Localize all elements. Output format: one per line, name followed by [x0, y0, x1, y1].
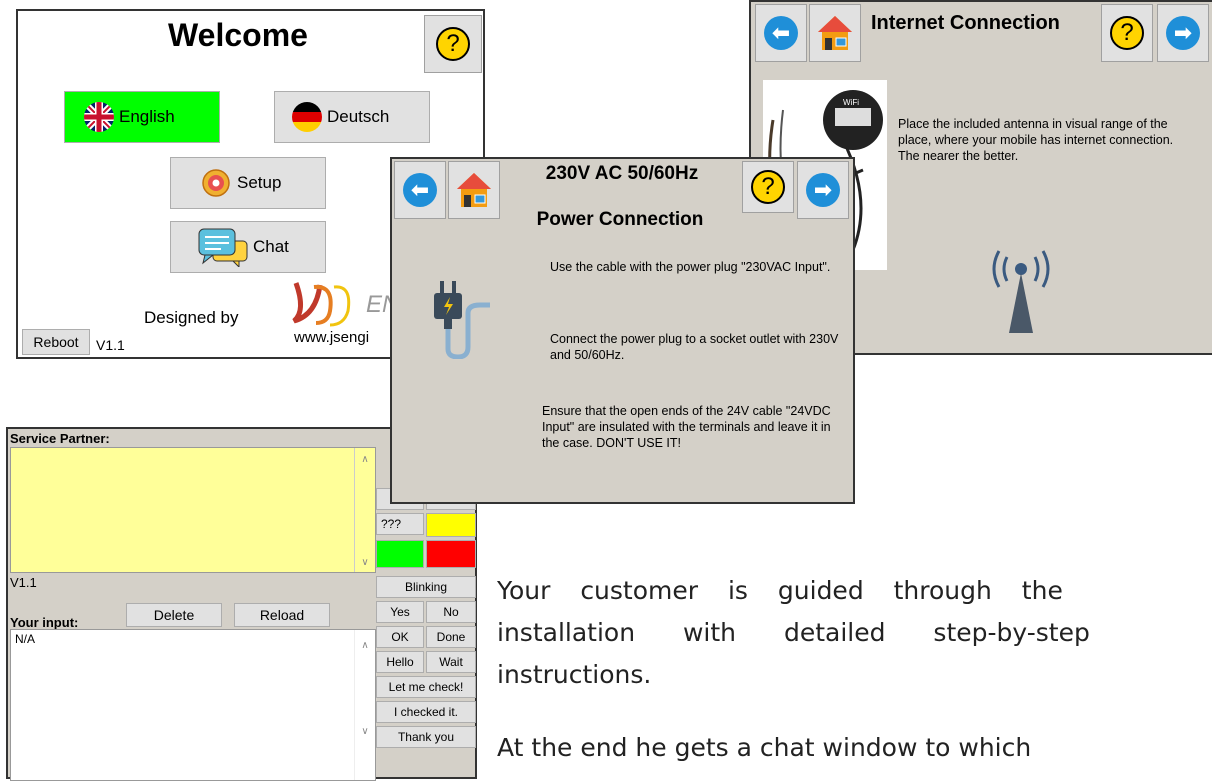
chat-input-value: N/A	[15, 632, 36, 646]
home-icon	[818, 16, 852, 50]
setup-label: Setup	[237, 173, 282, 192]
scroll-up-icon[interactable]: ∧	[355, 640, 375, 651]
let-me-check-button[interactable]: Let me check!	[376, 676, 476, 698]
your-input-label: Your input:	[10, 615, 79, 630]
power-text-3: Ensure that the open ends of the 24V cab…	[542, 404, 831, 450]
setup-button[interactable]: Setup	[170, 157, 326, 209]
english-button[interactable]: English	[64, 91, 220, 143]
uk-flag-icon	[84, 102, 114, 132]
done-button[interactable]: Done	[426, 626, 476, 648]
scroll-up-icon[interactable]: ∧	[355, 454, 375, 465]
chat-label: Chat	[253, 237, 289, 256]
power-title-voltage: 230V AC 50/60Hz	[545, 163, 699, 184]
home-icon	[457, 173, 491, 207]
power-text-1: Use the cable with the power plug "230VA…	[550, 260, 831, 274]
description-text-2: installation with detailed step-by-step	[497, 618, 1090, 647]
company-logo: ENG	[286, 281, 396, 327]
thank-you-button[interactable]: Thank you	[376, 726, 476, 748]
forward-button[interactable]: ➡	[1157, 4, 1209, 62]
service-message-area: ∧ ∨	[10, 447, 376, 573]
scroll-down-icon[interactable]: ∨	[355, 726, 375, 737]
internet-title: Internet Connection	[871, 12, 1060, 34]
version-text: V1.1	[96, 337, 125, 353]
reload-button[interactable]: Reload	[234, 603, 330, 627]
chat-icon	[198, 228, 248, 267]
blinking-button[interactable]: Blinking	[376, 576, 476, 598]
power-help-button[interactable]: ?	[742, 161, 794, 213]
yes-button[interactable]: Yes	[376, 601, 424, 623]
home-button[interactable]	[448, 161, 500, 219]
hello-button[interactable]: Hello	[376, 651, 424, 673]
power-plug-icon	[434, 281, 490, 359]
delete-button[interactable]: Delete	[126, 603, 222, 627]
help-icon: ?	[436, 27, 470, 61]
forward-button[interactable]: ➡	[797, 161, 849, 219]
arrow-right-icon: ➡	[806, 173, 840, 207]
i-checked-it-button[interactable]: I checked it.	[376, 701, 476, 723]
antenna-icon	[992, 250, 1050, 333]
arrow-left-icon: ⬅	[403, 173, 437, 207]
description-line-4: At the end he gets a chat window to whic…	[497, 727, 1212, 769]
arrow-left-icon: ⬅	[764, 16, 798, 50]
home-button[interactable]	[809, 4, 861, 62]
internet-help-button[interactable]: ?	[1101, 4, 1153, 62]
website-text: www.jsengi	[294, 329, 370, 346]
chat-input-area[interactable]: N/A ∧ ∨	[10, 629, 376, 781]
help-icon: ?	[1110, 16, 1144, 50]
power-window: ⬅ 230V AC 50/60Hz ? ➡ Power Connection U…	[390, 157, 855, 504]
power-title: Power Connection	[536, 209, 704, 230]
service-partner-label: Service Partner:	[10, 431, 110, 446]
power-text-2: Connect the power plug to a socket outle…	[550, 332, 839, 362]
input-scrollbar[interactable]: ∧ ∨	[354, 630, 375, 780]
description-line-2: installation with detailed step-by-step	[497, 612, 1212, 654]
wait-button[interactable]: Wait	[426, 651, 476, 673]
scroll-down-icon[interactable]: ∨	[355, 557, 375, 568]
welcome-title: Welcome	[168, 17, 308, 53]
no-button[interactable]: No	[426, 601, 476, 623]
german-flag-icon	[292, 102, 322, 132]
back-button[interactable]: ⬅	[755, 4, 807, 62]
yellow-button[interactable]	[426, 513, 476, 537]
description-text-4: At the end he gets a chat window to whic…	[497, 733, 1032, 762]
gear-icon	[202, 169, 230, 197]
english-label: English	[119, 107, 175, 126]
scrollbar[interactable]: ∧ ∨	[354, 448, 375, 572]
wifi-tag: WiFi	[843, 98, 859, 107]
chat-version-text: V1.1	[10, 575, 37, 590]
description-line-3: instructions.	[497, 654, 651, 696]
chat-button[interactable]: Chat	[170, 221, 326, 273]
description-text-3: instructions.	[497, 660, 652, 689]
arrow-right-icon: ➡	[1166, 16, 1200, 50]
description-text-1: Your customer is guided through the	[497, 576, 1063, 605]
welcome-help-button[interactable]: ?	[424, 15, 482, 73]
designed-by-text: Designed by	[144, 308, 239, 327]
internet-text: Place the included antenna in visual ran…	[898, 117, 1174, 163]
deutsch-button[interactable]: Deutsch	[274, 91, 430, 143]
red-button[interactable]	[426, 540, 476, 568]
help-icon: ?	[751, 170, 785, 204]
back-button[interactable]: ⬅	[394, 161, 446, 219]
ok-button[interactable]: OK	[376, 626, 424, 648]
deutsch-label: Deutsch	[327, 107, 390, 126]
description-line-1: Your customer is guided through the	[497, 570, 1212, 612]
reboot-button[interactable]: Reboot	[22, 329, 90, 355]
unknown-button[interactable]: ???	[376, 513, 424, 535]
green-button[interactable]	[376, 540, 424, 568]
